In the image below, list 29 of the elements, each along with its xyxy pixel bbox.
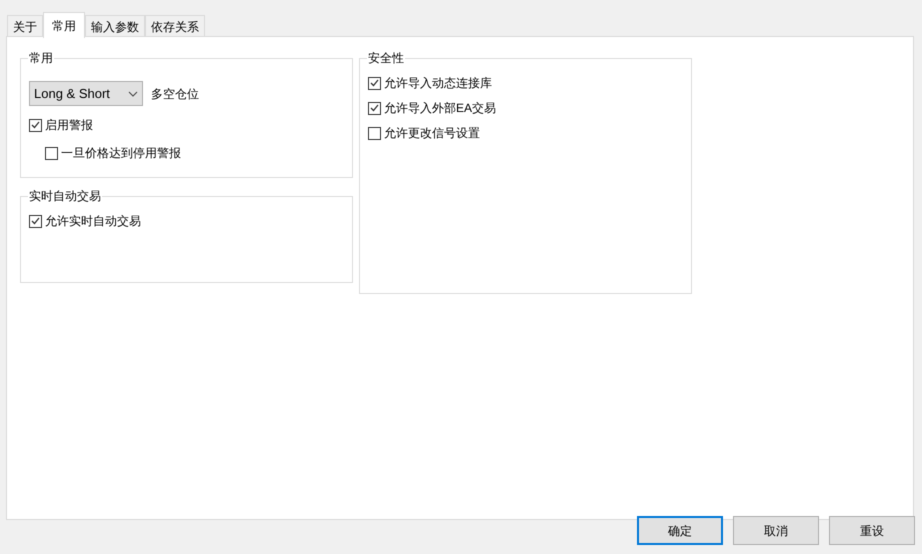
checkbox-box[interactable] (29, 214, 42, 228)
dialog-button[interactable]: 重设 (829, 516, 915, 545)
tab[interactable]: 常用 (43, 12, 85, 38)
checkbox[interactable]: 允许实时自动交易 (29, 212, 141, 230)
checkbox-box[interactable] (368, 102, 381, 114)
group-title: 安全性 (367, 50, 405, 67)
check-icon (31, 121, 40, 129)
checkbox[interactable]: 启用警报 (29, 116, 93, 134)
dialog-button[interactable]: 取消 (733, 516, 819, 545)
checkbox-box[interactable] (29, 118, 42, 132)
checkbox-box[interactable] (368, 126, 381, 140)
dropdown[interactable]: Long & Short (29, 81, 143, 106)
checkbox[interactable]: 一旦价格达到停用警报 (45, 144, 181, 162)
tab[interactable]: 输入参数 (85, 15, 145, 37)
checkbox[interactable]: 允许更改信号设置 (368, 124, 480, 142)
chevron-down-icon (128, 90, 138, 96)
checkbox[interactable]: 允许导入外部EA交易 (368, 99, 496, 117)
dialog-button[interactable]: 确定 (637, 516, 723, 545)
checkbox-box[interactable] (45, 146, 58, 160)
check-icon (370, 104, 379, 112)
group-title: 常用 (28, 50, 54, 67)
tab[interactable]: 依存关系 (145, 15, 205, 37)
check-icon (31, 217, 40, 225)
checkbox-box[interactable] (368, 76, 381, 90)
group-title: 实时自动交易 (28, 188, 102, 205)
checkbox[interactable]: 允许导入动态连接库 (368, 74, 492, 92)
tab[interactable]: 关于 (7, 15, 43, 37)
dropdown-caption: 多空仓位 (151, 86, 199, 102)
check-icon (370, 79, 379, 87)
